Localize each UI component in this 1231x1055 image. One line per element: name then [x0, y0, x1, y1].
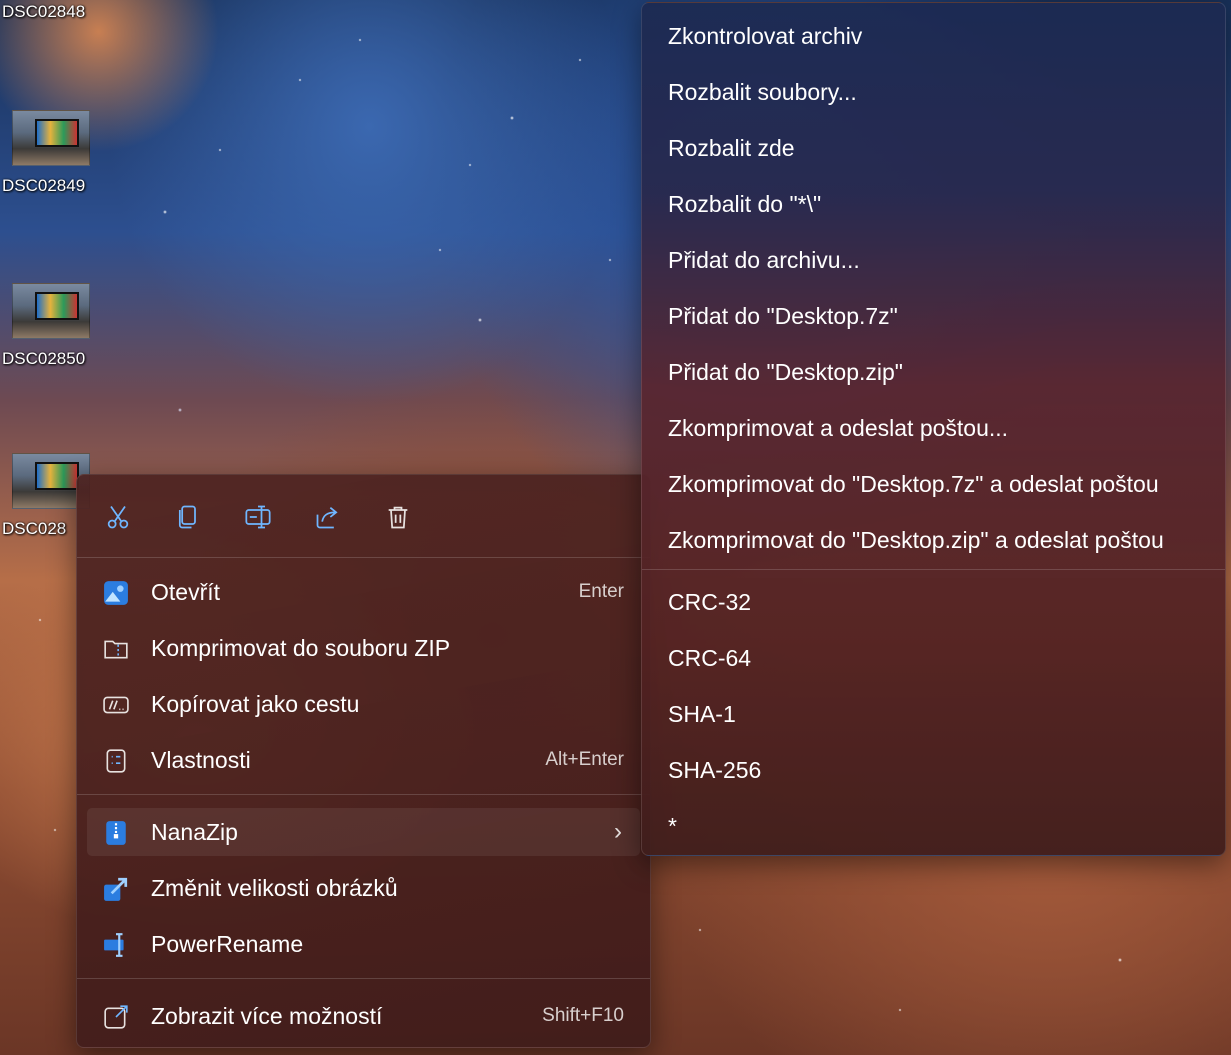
menu-item-powerrename[interactable]: PowerRename [87, 920, 640, 968]
submenu-item-all-hashes[interactable]: * [668, 810, 677, 842]
submenu-item-compress-zip-email[interactable]: Zkomprimovat do "Desktop.zip" a odeslat … [668, 524, 1164, 556]
rename-icon [245, 505, 271, 529]
photos-app-icon [103, 580, 129, 606]
menu-item-label: Změnit velikosti obrázků [151, 874, 398, 901]
menu-item-open[interactable]: Otevřít Enter [87, 568, 640, 616]
copy-button[interactable] [168, 497, 208, 537]
image-resizer-icon [103, 876, 129, 902]
menu-item-shortcut: Enter [578, 581, 624, 602]
submenu-item-crc64[interactable]: CRC-64 [668, 642, 751, 674]
more-options-icon [103, 1004, 129, 1030]
powerrename-icon [103, 932, 129, 958]
submenu-item-add-to-zip[interactable]: Přidat do "Desktop.zip" [668, 356, 903, 388]
rename-button[interactable] [238, 497, 278, 537]
desktop-icon-dsc02849[interactable]: DSC02849 [2, 110, 102, 196]
submenu-item-crc32[interactable]: CRC-32 [668, 586, 751, 618]
context-menu: Otevřít Enter Komprimovat do souboru ZIP… [76, 474, 651, 1048]
copy-path-icon [103, 692, 129, 718]
cut-icon [107, 506, 129, 529]
nanazip-icon [103, 820, 129, 846]
copy-icon [178, 505, 196, 529]
separator [642, 569, 1225, 570]
menu-item-show-more-options[interactable]: Zobrazit více možností Shift+F10 [87, 992, 640, 1040]
submenu-item-add-to-7z[interactable]: Přidat do "Desktop.7z" [668, 300, 898, 332]
image-thumbnail [12, 283, 90, 339]
desktop-icon-label: DSC02850 [2, 349, 86, 368]
menu-item-properties[interactable]: Vlastnosti Alt+Enter [87, 736, 640, 784]
separator [77, 794, 650, 795]
image-thumbnail [12, 110, 90, 166]
menu-item-label: NanaZip [151, 818, 238, 845]
menu-item-shortcut: Alt+Enter [545, 749, 624, 770]
submenu-item-sha1[interactable]: SHA-1 [668, 698, 736, 730]
menu-item-label: Komprimovat do souboru ZIP [151, 634, 451, 661]
submenu-item-compress-email[interactable]: Zkomprimovat a odeslat poštou... [668, 412, 1008, 444]
submenu-item-extract-files[interactable]: Rozbalit soubory... [668, 76, 857, 108]
context-menu-toolbar [77, 475, 650, 557]
share-icon [316, 506, 338, 529]
desktop-icon-dsc02848[interactable]: DSC02848 [2, 2, 102, 22]
desktop-icon-dsc02850[interactable]: DSC02850 [2, 283, 102, 369]
zip-folder-icon [103, 636, 129, 662]
cut-button[interactable] [98, 497, 138, 537]
submenu-item-sha256[interactable]: SHA-256 [668, 754, 761, 786]
share-button[interactable] [308, 497, 348, 537]
menu-item-shortcut: Shift+F10 [542, 1005, 624, 1026]
menu-item-label: Otevřít [151, 578, 221, 605]
menu-item-nanazip[interactable]: NanaZip › [87, 808, 640, 856]
submenu-item-test-archive[interactable]: Zkontrolovat archiv [668, 20, 862, 52]
menu-item-image-resizer[interactable]: Změnit velikosti obrázků [87, 864, 640, 912]
menu-item-label: Vlastnosti [151, 746, 251, 773]
menu-item-label: PowerRename [151, 930, 304, 957]
separator [77, 978, 650, 979]
submenu-item-add-to-archive[interactable]: Přidat do archivu... [668, 244, 860, 276]
menu-item-compress-zip[interactable]: Komprimovat do souboru ZIP [87, 624, 640, 672]
desktop-icon-label: DSC02848 [2, 2, 86, 21]
desktop-icon-label: DSC02849 [2, 176, 86, 195]
submenu-item-compress-7z-email[interactable]: Zkomprimovat do "Desktop.7z" a odeslat p… [668, 468, 1159, 500]
nanazip-submenu: Zkontrolovat archiv Rozbalit soubory... … [641, 2, 1226, 856]
menu-item-label: Zobrazit více možností [151, 1002, 383, 1029]
delete-button[interactable] [378, 497, 418, 537]
menu-item-label: Kopírovat jako cestu [151, 690, 360, 717]
properties-icon [103, 748, 129, 774]
menu-item-copy-path[interactable]: Kopírovat jako cestu [87, 680, 640, 728]
submenu-item-extract-to-folder[interactable]: Rozbalit do "*\" [668, 188, 821, 220]
separator [77, 557, 650, 558]
delete-icon [388, 506, 408, 529]
chevron-right-icon: › [614, 818, 622, 845]
submenu-item-extract-here[interactable]: Rozbalit zde [668, 132, 795, 164]
